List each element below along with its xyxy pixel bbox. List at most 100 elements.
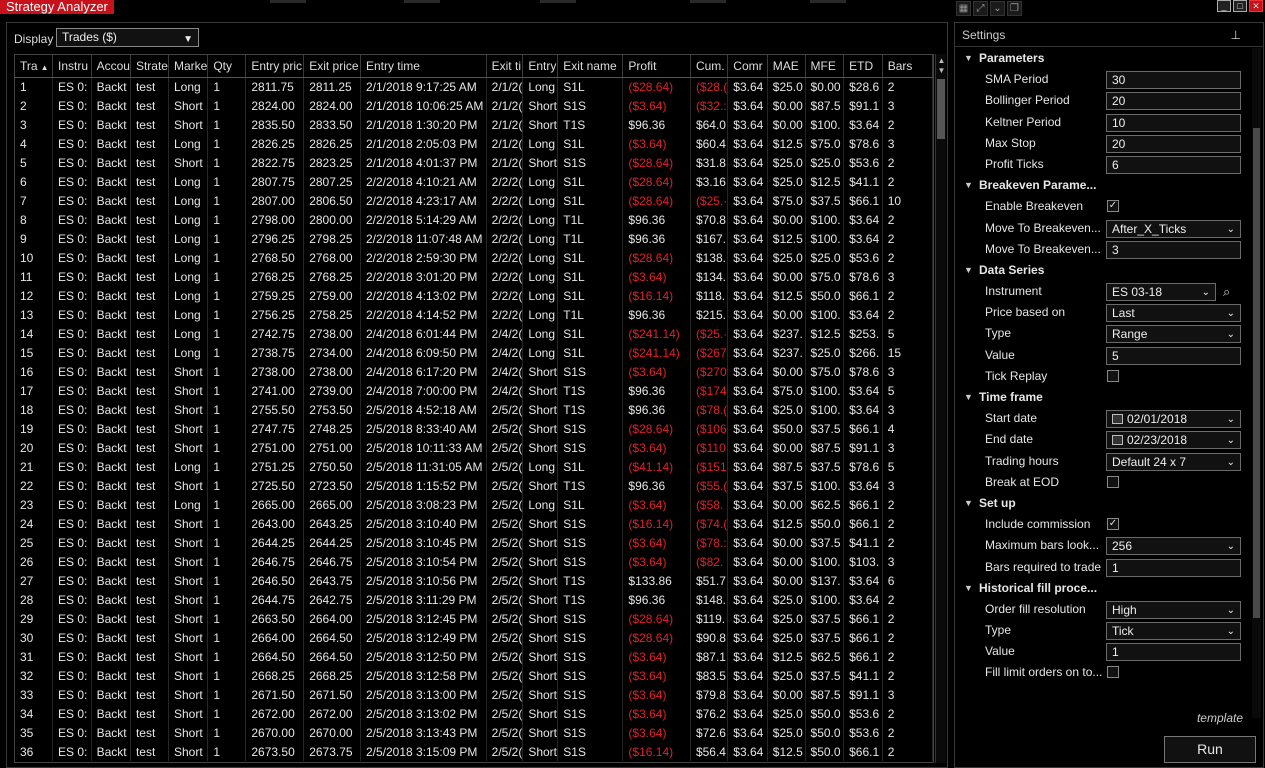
collapse-icon[interactable]: ▼: [964, 578, 973, 599]
category-header[interactable]: ▼ Breakeven Parame...: [955, 175, 1249, 196]
property-select[interactable]: 256 ⌄: [1106, 537, 1241, 556]
table-row[interactable]: 2 ES 0: Backt test Short 1 2824.00 2824.00 2/1/2…: [15, 96, 933, 115]
table-row[interactable]: 8 ES 0: Backt test Long 1 2798.00 2800.00 2/2/20…: [15, 210, 933, 229]
column-header[interactable]: Exit ti: [486, 55, 524, 78]
scroll-thumb[interactable]: [1253, 128, 1260, 618]
date-picker[interactable]: 02/01/2018 ⌄: [1106, 410, 1241, 429]
column-header[interactable]: Accou: [91, 55, 131, 78]
column-header[interactable]: ETD: [843, 55, 883, 78]
table-row[interactable]: 23 ES 0: Backt test Long 1 2665.00 2665.00 2/5/2…: [15, 495, 933, 514]
collapse-icon[interactable]: ▼: [964, 493, 973, 514]
table-row[interactable]: 22 ES 0: Backt test Short 1 2725.50 2723.50 2/5/…: [15, 476, 933, 495]
table-row[interactable]: 18 ES 0: Backt test Short 1 2755.50 2753.50 2/5/…: [15, 400, 933, 419]
table-row[interactable]: 7 ES 0: Backt test Long 1 2807.00 2806.50 2/2/20…: [15, 191, 933, 210]
property-input[interactable]: 5: [1106, 346, 1241, 365]
column-header[interactable]: MFE: [805, 55, 845, 78]
table-row[interactable]: 36 ES 0: Backt test Short 1 2673.50 2673.75 2/5/…: [15, 742, 933, 761]
column-header[interactable]: Bars: [882, 55, 933, 78]
property-select[interactable]: Default 24 x 7 ⌄: [1106, 452, 1241, 471]
column-header[interactable]: MAE: [767, 55, 806, 78]
table-row[interactable]: 3 ES 0: Backt test Short 1 2835.50 2833.50 2/1/2…: [15, 115, 933, 134]
column-header[interactable]: Instru: [52, 55, 92, 78]
column-header[interactable]: Comr: [727, 55, 768, 78]
collapse-icon[interactable]: ▼: [964, 175, 973, 196]
property-select[interactable]: Tick ⌄: [1106, 622, 1241, 641]
table-row[interactable]: 6 ES 0: Backt test Long 1 2807.75 2807.25 2/2/20…: [15, 172, 933, 191]
date-picker[interactable]: 02/23/2018 ⌄: [1106, 431, 1241, 450]
pin-icon[interactable]: ⊥: [1231, 23, 1241, 47]
property-select[interactable]: Last ⌄: [1106, 304, 1241, 323]
property-checkbox[interactable]: ✓: [1107, 518, 1119, 531]
table-row[interactable]: 26 ES 0: Backt test Short 1 2646.75 2646.75 2/5/…: [15, 552, 933, 571]
run-button[interactable]: Run: [1164, 736, 1256, 763]
chevron-down-icon[interactable]: ⌄: [990, 1, 1005, 16]
table-row[interactable]: 34 ES 0: Backt test Short 1 2672.00 2672.00 2/5/…: [15, 704, 933, 723]
column-header[interactable]: Tra ▲: [15, 55, 53, 78]
table-row[interactable]: 13 ES 0: Backt test Long 1 2756.25 2758.25 2/2/2…: [15, 305, 933, 324]
table-row[interactable]: 28 ES 0: Backt test Short 1 2644.75 2642.75 2/5/…: [15, 590, 933, 609]
category-header[interactable]: ▼ Parameters: [955, 48, 1249, 69]
table-row[interactable]: 35 ES 0: Backt test Short 1 2670.00 2670.00 2/5/…: [15, 723, 933, 742]
table-row[interactable]: 19 ES 0: Backt test Short 1 2747.75 2748.25 2/5/…: [15, 419, 933, 438]
table-row[interactable]: 32 ES 0: Backt test Short 1 2668.25 2668.25 2/5/…: [15, 666, 933, 685]
table-row[interactable]: 25 ES 0: Backt test Short 1 2644.25 2644.25 2/5/…: [15, 533, 933, 552]
column-header[interactable]: Marke: [168, 55, 209, 78]
property-input[interactable]: 1: [1106, 558, 1241, 577]
table-row[interactable]: 14 ES 0: Backt test Long 1 2742.75 2738.00 2/4/2…: [15, 324, 933, 343]
scroll-down-icon[interactable]: ▼: [937, 66, 946, 76]
table-row[interactable]: 16 ES 0: Backt test Short 1 2738.00 2738.00 2/4/…: [15, 362, 933, 381]
scroll-thumb[interactable]: [937, 79, 945, 139]
table-row[interactable]: 9 ES 0: Backt test Long 1 2796.25 2798.25 2/2/20…: [15, 229, 933, 248]
property-select[interactable]: After_X_Ticks ⌄: [1106, 219, 1241, 238]
close-button[interactable]: ✕: [1249, 0, 1263, 12]
scroll-up-icon[interactable]: ▲: [937, 56, 946, 66]
table-row[interactable]: 27 ES 0: Backt test Short 1 2646.50 2643.75 2/5/…: [15, 571, 933, 590]
table-row[interactable]: 33 ES 0: Backt test Short 1 2671.50 2671.50 2/5/…: [15, 685, 933, 704]
column-header[interactable]: Exit price: [303, 55, 361, 78]
grid-icon[interactable]: ▦: [956, 1, 971, 16]
column-header[interactable]: Profit: [622, 55, 691, 78]
property-input[interactable]: 3: [1106, 240, 1241, 259]
property-input[interactable]: 30: [1106, 71, 1241, 90]
table-row[interactable]: 10 ES 0: Backt test Long 1 2768.50 2768.00 2/2/2…: [15, 248, 933, 267]
property-select[interactable]: Range ⌄: [1106, 325, 1241, 344]
template-link[interactable]: template: [1197, 711, 1243, 725]
category-header[interactable]: ▼ Time frame: [955, 387, 1249, 408]
property-input[interactable]: 20: [1106, 134, 1241, 153]
table-row[interactable]: 21 ES 0: Backt test Long 1 2751.25 2750.50 2/5/2…: [15, 457, 933, 476]
category-header[interactable]: ▼ Historical fill proce...: [955, 578, 1249, 599]
column-header[interactable]: Entry time: [360, 55, 487, 78]
maximize-button[interactable]: □: [1233, 0, 1247, 12]
table-row[interactable]: 29 ES 0: Backt test Short 1 2663.50 2664.00 2/5/…: [15, 609, 933, 628]
collapse-icon[interactable]: ▼: [964, 48, 973, 69]
column-header[interactable]: Entry pric: [245, 55, 305, 78]
category-header[interactable]: ▼ Data Series: [955, 260, 1249, 281]
column-header[interactable]: Strate: [130, 55, 169, 78]
table-row[interactable]: 5 ES 0: Backt test Short 1 2822.75 2823.25 2/1/2…: [15, 153, 933, 172]
collapse-icon[interactable]: ▼: [964, 387, 973, 408]
property-input[interactable]: 6: [1106, 155, 1241, 174]
table-row[interactable]: 4 ES 0: Backt test Long 1 2826.25 2826.25 2/1/20…: [15, 134, 933, 153]
table-row[interactable]: 24 ES 0: Backt test Short 1 2643.00 2643.25 2/5/…: [15, 514, 933, 533]
column-header[interactable]: Exit name: [557, 55, 624, 78]
display-select[interactable]: Trades ($) ▼: [56, 28, 199, 47]
property-select[interactable]: High ⌄: [1106, 600, 1241, 619]
column-header[interactable]: Entry: [522, 55, 559, 78]
instrument-select[interactable]: ES 03-18 ⌄: [1106, 283, 1216, 302]
table-row[interactable]: 17 ES 0: Backt test Short 1 2741.00 2739.00 2/4/…: [15, 381, 933, 400]
window-link-icon[interactable]: ❐: [1007, 1, 1022, 16]
table-row[interactable]: 20 ES 0: Backt test Short 1 2751.00 2751.00 2/5/…: [15, 438, 933, 457]
collapse-icon[interactable]: ▼: [964, 260, 973, 281]
column-header[interactable]: Cum.: [690, 55, 729, 78]
settings-scrollbar[interactable]: [1252, 48, 1261, 718]
column-header[interactable]: Qty: [207, 55, 247, 78]
minimize-button[interactable]: _: [1217, 0, 1231, 12]
table-row[interactable]: 30 ES 0: Backt test Short 1 2664.00 2664.50 2/5/…: [15, 628, 933, 647]
table-row[interactable]: 31 ES 0: Backt test Short 1 2664.50 2664.50 2/5/…: [15, 647, 933, 666]
property-checkbox[interactable]: [1107, 369, 1119, 382]
expand-icon[interactable]: ⤢: [973, 1, 988, 16]
property-checkbox[interactable]: ✓: [1107, 200, 1119, 213]
table-row[interactable]: 1 ES 0: Backt test Long 1 2811.75 2811.25 2/1/20…: [15, 77, 933, 96]
property-checkbox[interactable]: [1107, 475, 1119, 488]
grid-scrollbar[interactable]: ▲ ▼: [935, 54, 946, 763]
